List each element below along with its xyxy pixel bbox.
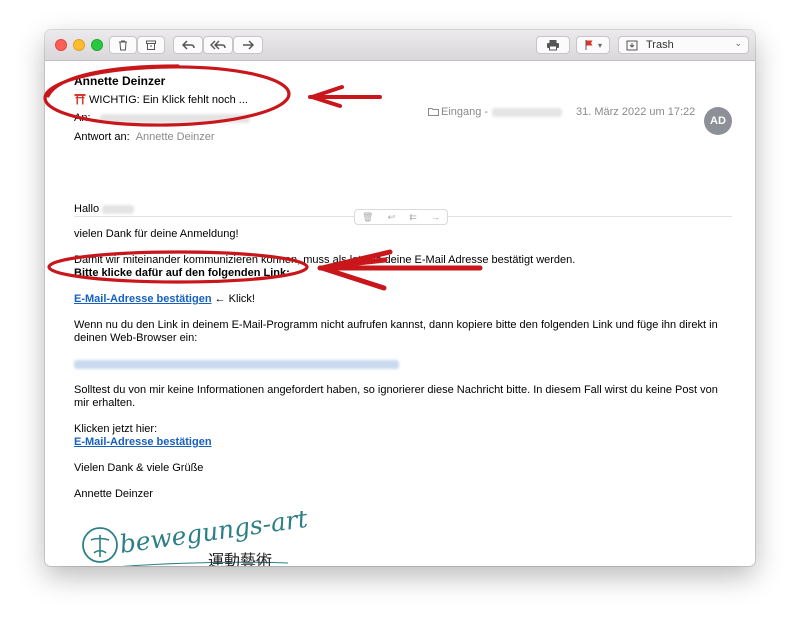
archive-button[interactable] <box>137 36 165 54</box>
move-to-folder-icon <box>626 40 638 51</box>
ignore-text: Solltest du von mir keine Informationen … <box>74 384 718 409</box>
chevron-down-icon: ▾ <box>597 40 602 50</box>
archive-icon <box>146 40 156 50</box>
flag-icon <box>585 40 593 50</box>
greeting: Hallo <box>74 203 100 215</box>
thanks-line: vielen Dank für deine Anmeldung! <box>74 228 239 240</box>
mailbox-account-redacted <box>492 107 563 117</box>
folder-icon <box>428 108 439 116</box>
torii-gate-icon <box>74 94 86 105</box>
zoom-window-button[interactable] <box>91 39 103 51</box>
reply-to-value[interactable]: Annette Deinzer <box>136 131 215 143</box>
mailbox-info: Eingang - <box>428 106 563 118</box>
logo-graphic: bewegungs-art 運動藝術 <box>82 504 310 566</box>
reply-icon <box>181 40 195 50</box>
fallback-url-row <box>74 358 734 371</box>
closing-line: Vielen Dank & viele Grüße <box>74 462 204 474</box>
close-window-button[interactable] <box>55 39 67 51</box>
mail-window: ▾ Trash ⌄ Annette Deinzer WICHTIG: Ein K… <box>45 30 755 566</box>
forward-icon <box>243 40 255 50</box>
fallback-url-redacted[interactable] <box>74 359 399 369</box>
sender-name[interactable]: Annette Deinzer <box>74 74 165 88</box>
reply-all-button[interactable] <box>203 36 233 54</box>
to-label: An: <box>74 112 91 124</box>
chevron-down-icon: ⌄ <box>734 38 742 48</box>
greeting-line: Hallo <box>74 203 734 216</box>
confirm-email-link-2[interactable]: E-Mail-Adresse bestätigen <box>74 436 212 448</box>
mailbox-name: Eingang - <box>441 106 489 118</box>
reply-to-row: Antwort an: Annette Deinzer <box>74 131 215 143</box>
minimize-window-button[interactable] <box>73 39 85 51</box>
subject-text: WICHTIG: Ein Klick fehlt noch ... <box>89 94 248 106</box>
sender-avatar: AD <box>704 107 732 135</box>
confirm-email-link[interactable]: E-Mail-Adresse bestätigen <box>74 293 212 305</box>
folder-select-label: Trash <box>646 39 674 51</box>
trash-icon <box>119 40 127 51</box>
subject-line: WICHTIG: Ein Klick fehlt noch ... <box>74 93 248 106</box>
to-row: An: <box>74 112 250 124</box>
signature-name: Annette Deinzer <box>74 488 153 500</box>
click-instruction: Bitte klicke dafür auf den folgenden Lin… <box>74 267 290 279</box>
fallback-text: Wenn nu du den Link in deinem E-Mail-Pro… <box>74 319 718 344</box>
move-to-folder-select[interactable]: Trash ⌄ <box>618 36 749 54</box>
flag-button[interactable]: ▾ <box>576 36 610 54</box>
logo-chinese-text: 運動藝術 <box>208 551 272 566</box>
reply-all-icon <box>210 40 226 50</box>
reply-button[interactable] <box>173 36 203 54</box>
recipient-redacted <box>99 113 250 123</box>
bewegungs-art-logo: bewegungs-art 運動藝術 <box>76 504 316 566</box>
confirm-link-row-2: E-Mail-Adresse bestätigen <box>74 436 734 449</box>
klick-hint: ← Klick! <box>214 293 255 305</box>
delete-button[interactable] <box>109 36 137 54</box>
confirm-line: Damit wir miteinander kommunizieren könn… <box>74 254 576 266</box>
print-button[interactable] <box>536 36 570 54</box>
reply-to-label: Antwort an: <box>74 131 130 143</box>
message-date: 31. März 2022 um 17:22 <box>576 106 696 118</box>
forward-button[interactable] <box>233 36 263 54</box>
click-here-text: Klicken jetzt hier: <box>74 423 158 435</box>
toolbar: ▾ Trash ⌄ <box>45 30 755 61</box>
message-view: Annette Deinzer WICHTIG: Ein Klick fehlt… <box>45 61 755 566</box>
printer-icon <box>547 40 559 51</box>
confirm-link-row: E-Mail-Adresse bestätigen ← Klick! <box>74 293 734 306</box>
recipient-name-redacted <box>102 204 135 214</box>
